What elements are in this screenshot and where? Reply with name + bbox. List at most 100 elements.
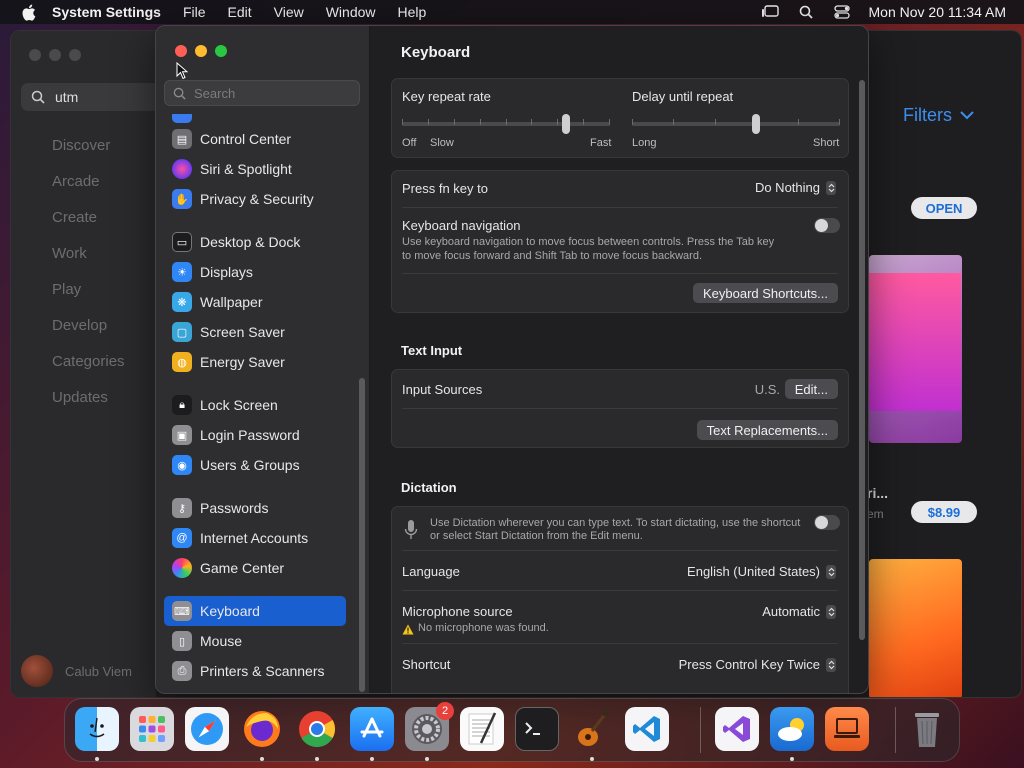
sidebar-scrollbar[interactable] <box>359 378 365 692</box>
divider <box>402 590 838 591</box>
stage-manager-icon[interactable] <box>759 4 781 20</box>
sidebar-item-mouse[interactable]: ▯ Mouse <box>164 626 346 656</box>
close-button[interactable] <box>29 49 41 61</box>
app-store-icon[interactable] <box>350 707 394 751</box>
vscode-icon[interactable] <box>625 707 669 751</box>
key-repeat-label: Key repeat rate <box>402 89 491 104</box>
settings-search-field[interactable]: Search <box>164 80 360 106</box>
app-store-account[interactable]: Calub Viem <box>21 655 132 687</box>
delay-repeat-slider[interactable] <box>632 122 840 126</box>
sidebar-item-keyboard[interactable]: ⌨ Keyboard <box>164 596 346 626</box>
sidebar-item-users-groups[interactable]: ◉ Users & Groups <box>164 450 346 480</box>
sidebar-item-internet-accounts[interactable]: @ Internet Accounts <box>164 523 346 553</box>
sidebar-item-login-password[interactable]: ▣ Login Password <box>164 420 346 450</box>
close-button[interactable] <box>175 45 187 57</box>
sidebar-item-label: Lock Screen <box>200 397 278 413</box>
delay-repeat-label: Delay until repeat <box>632 89 734 104</box>
sidebar-item-game-center[interactable]: Game Center <box>164 553 346 583</box>
apple-menu-icon[interactable] <box>18 2 38 22</box>
sidebar-item-label: Screen Saver <box>200 324 285 340</box>
nav-categories[interactable]: Categories <box>52 353 125 389</box>
launchpad-icon[interactable] <box>130 707 174 751</box>
minimize-button[interactable] <box>195 45 207 57</box>
sidebar-item-privacy-security[interactable]: ✋ Privacy & Security <box>164 184 346 214</box>
menu-view[interactable]: View <box>274 4 304 20</box>
sidebar-item-printers-scanners[interactable]: ⎙ Printers & Scanners <box>164 656 346 686</box>
app-store-search-field[interactable]: utm <box>21 83 161 111</box>
keyboard-shortcuts-button[interactable]: Keyboard Shortcuts... <box>692 283 838 303</box>
content-scrollbar[interactable] <box>859 80 865 640</box>
sidebar-item-label: Users & Groups <box>200 457 300 473</box>
mouse-icon: ▯ <box>172 631 192 651</box>
sidebar-item-control-center[interactable]: ▤ Control Center <box>164 124 346 154</box>
edit-input-sources-button[interactable]: Edit... <box>784 379 838 399</box>
keyboard-navigation-toggle[interactable] <box>814 218 840 233</box>
desktop-dock-icon: ▭ <box>172 232 192 252</box>
delay-repeat-slider-knob[interactable] <box>752 114 760 134</box>
nav-play[interactable]: Play <box>52 281 125 317</box>
menu-app-name[interactable]: System Settings <box>52 4 161 20</box>
filters-button[interactable]: Filters <box>903 105 974 126</box>
app-screenshot-thumbnail[interactable] <box>869 559 962 697</box>
text-replacements-button[interactable]: Text Replacements... <box>696 420 838 440</box>
key-repeat-slider-knob[interactable] <box>562 114 570 134</box>
menu-edit[interactable]: Edit <box>228 4 252 20</box>
visual-studio-icon[interactable] <box>715 707 759 751</box>
nav-create[interactable]: Create <box>52 209 125 245</box>
slider-tick <box>505 119 507 125</box>
zoom-button[interactable] <box>215 45 227 57</box>
nav-updates[interactable]: Updates <box>52 389 125 425</box>
sidebar-item-desktop-dock[interactable]: ▭ Desktop & Dock <box>164 227 346 257</box>
nav-develop[interactable]: Develop <box>52 317 125 353</box>
page-title: Keyboard <box>401 44 471 61</box>
nav-discover[interactable]: Discover <box>52 137 125 173</box>
safari-icon[interactable] <box>185 707 229 751</box>
sidebar-item-siri-spotlight[interactable]: Siri & Spotlight <box>164 154 346 184</box>
menu-clock[interactable]: Mon Nov 20 11:34 AM <box>869 4 1006 20</box>
app-screenshot-thumbnail[interactable] <box>869 255 962 443</box>
fn-key-popup[interactable]: Do Nothing <box>755 180 836 195</box>
menu-window[interactable]: Window <box>326 4 376 20</box>
garageband-icon[interactable] <box>570 707 614 751</box>
key-repeat-fast-label: Fast <box>590 137 612 149</box>
nav-arcade[interactable]: Arcade <box>52 173 125 209</box>
settings-sidebar: Search ▤ Control Center Siri & Spotlight… <box>156 26 370 693</box>
system-settings-window: Search ▤ Control Center Siri & Spotlight… <box>155 25 869 694</box>
dictation-shortcut-popup[interactable]: Press Control Key Twice <box>679 657 836 672</box>
up-down-chevron-icon <box>826 180 836 195</box>
minimize-button[interactable] <box>49 49 61 61</box>
dictation-language-label: Language <box>402 564 460 579</box>
divider <box>402 643 838 644</box>
microphone-source-popup[interactable]: Automatic <box>762 604 836 619</box>
sidebar-item-screen-saver[interactable]: ▢ Screen Saver <box>164 317 346 347</box>
spotlight-search-icon[interactable] <box>795 4 817 20</box>
mouse-cursor-icon <box>176 62 188 80</box>
nav-work[interactable]: Work <box>52 245 125 281</box>
wallpaper-icon: ❋ <box>172 292 192 312</box>
trash-icon[interactable] <box>905 707 949 751</box>
divider <box>402 207 838 208</box>
sidebar-item-lock-screen[interactable]: 🔒︎ Lock Screen <box>164 390 346 420</box>
price-button[interactable]: $8.99 <box>911 501 977 523</box>
menu-file[interactable]: File <box>183 4 206 20</box>
sidebar-item-displays[interactable]: ☀ Displays <box>164 257 346 287</box>
sidebar-item-wallpaper[interactable]: ❋ Wallpaper <box>164 287 346 317</box>
sidebar-item-passwords[interactable]: ⚷ Passwords <box>164 493 346 523</box>
terminal-icon[interactable] <box>515 707 559 751</box>
control-center-icon[interactable] <box>831 4 853 20</box>
dictation-language-popup[interactable]: English (United States) <box>687 564 836 579</box>
system-settings-icon[interactable]: 2 <box>405 702 454 751</box>
sidecar-icon[interactable] <box>825 707 869 751</box>
dictation-toggle[interactable] <box>814 515 840 530</box>
chrome-icon[interactable] <box>295 707 339 751</box>
menu-help[interactable]: Help <box>398 4 427 20</box>
finder-icon[interactable] <box>75 707 119 751</box>
sidebar-item-energy-saver[interactable]: ◍ Energy Saver <box>164 347 346 377</box>
keyboard-navigation-desc-1: Use keyboard navigation to move focus be… <box>402 236 775 248</box>
open-button[interactable]: OPEN <box>911 197 977 219</box>
firefox-icon[interactable] <box>240 707 284 751</box>
textedit-icon[interactable] <box>460 707 504 751</box>
delay-long-label: Long <box>632 137 657 149</box>
zoom-button[interactable] <box>69 49 81 61</box>
weather-icon[interactable] <box>770 707 814 751</box>
